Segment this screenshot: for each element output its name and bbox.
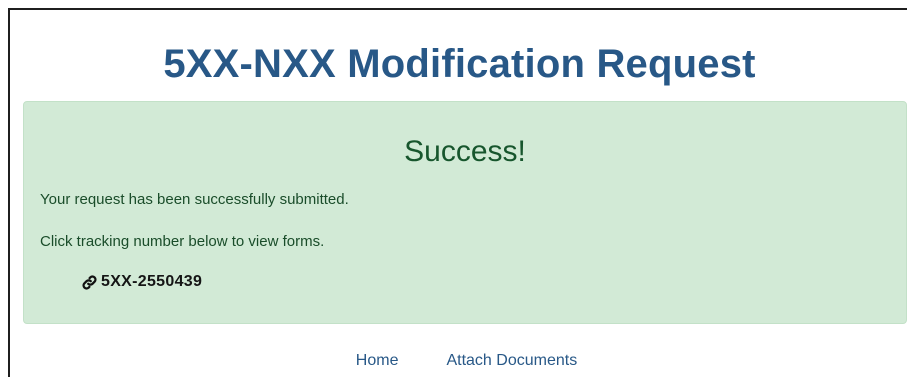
tracking-number-link[interactable]: 5XX-2550439 <box>80 272 202 292</box>
footer-navigation: Home Attach Documents <box>10 350 907 372</box>
home-link[interactable]: Home <box>356 350 399 372</box>
attach-documents-link[interactable]: Attach Documents <box>446 350 577 372</box>
page-title: 5XX-NXX Modification Request <box>163 42 756 86</box>
tracking-number: 5XX-2550439 <box>101 273 203 290</box>
link-icon <box>80 273 98 291</box>
success-alert: Success! Your request has been successfu… <box>23 101 907 324</box>
success-message: Your request has been successfully submi… <box>40 191 349 208</box>
page-container: 5XX-NXX Modification Request Success! Yo… <box>8 8 907 377</box>
success-heading: Success! <box>404 135 526 168</box>
tracking-instruction: Click tracking number below to view form… <box>40 233 325 250</box>
